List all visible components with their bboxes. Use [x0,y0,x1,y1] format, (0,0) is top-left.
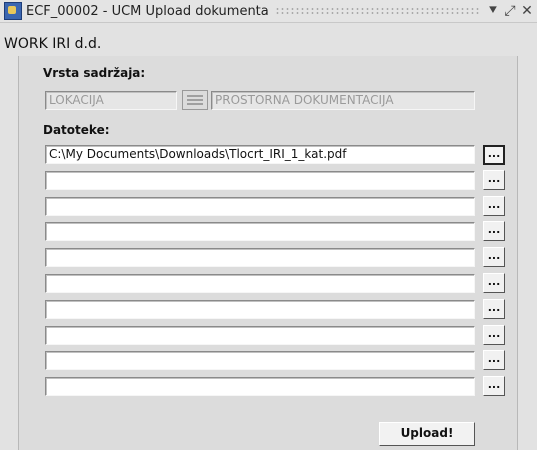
file-path-field-4[interactable] [45,222,475,241]
file-path-field-5[interactable] [45,248,475,267]
file-path-field-1[interactable]: C:\My Documents\Downloads\Tlocrt_IRI_1_k… [45,145,475,164]
browse-button-10[interactable]: ... [483,376,505,396]
content-type-code-field[interactable]: LOKACIJA [45,91,177,110]
content-type-name-field[interactable]: PROSTORNA DOKUMENTACIJA [211,91,475,110]
browse-button-2[interactable]: ... [483,170,505,190]
content-type-label: Vrsta sadržaja: [43,66,146,80]
browse-button-6[interactable]: ... [483,273,505,293]
files-label: Datoteke: [43,123,110,137]
browse-button-1[interactable]: ... [483,145,505,165]
file-path-field-3[interactable] [45,197,475,216]
close-icon[interactable]: ✕ [521,4,533,18]
title-bar[interactable]: ECF_00002 - UCM Upload dokumenta ⯆ ⤢ ✕ [0,0,537,23]
browse-button-5[interactable]: ... [483,247,505,267]
browse-button-8[interactable]: ... [483,325,505,345]
list-of-values-icon[interactable] [182,90,208,110]
window-title: ECF_00002 - UCM Upload dokumenta [26,3,269,19]
file-path-field-6[interactable] [45,274,475,293]
title-bar-grip [274,7,481,15]
upload-button[interactable]: Upload! [379,422,475,446]
app-icon [4,2,22,20]
file-path-field-2[interactable] [45,171,475,190]
browse-button-3[interactable]: ... [483,196,505,216]
minimize-icon[interactable]: ⯆ [487,4,499,18]
file-path-field-8[interactable] [45,326,475,345]
upload-form: Vrsta sadržaja: LOKACIJA PROSTORNA DOKUM… [18,56,518,450]
file-path-field-10[interactable] [45,377,475,396]
browse-button-4[interactable]: ... [483,221,505,241]
file-path-field-9[interactable] [45,351,475,370]
file-path-field-7[interactable] [45,300,475,319]
maximize-icon[interactable]: ⤢ [504,4,516,18]
browse-button-7[interactable]: ... [483,299,505,319]
company-name: WORK IRI d.d. [4,36,102,52]
browse-button-9[interactable]: ... [483,350,505,370]
